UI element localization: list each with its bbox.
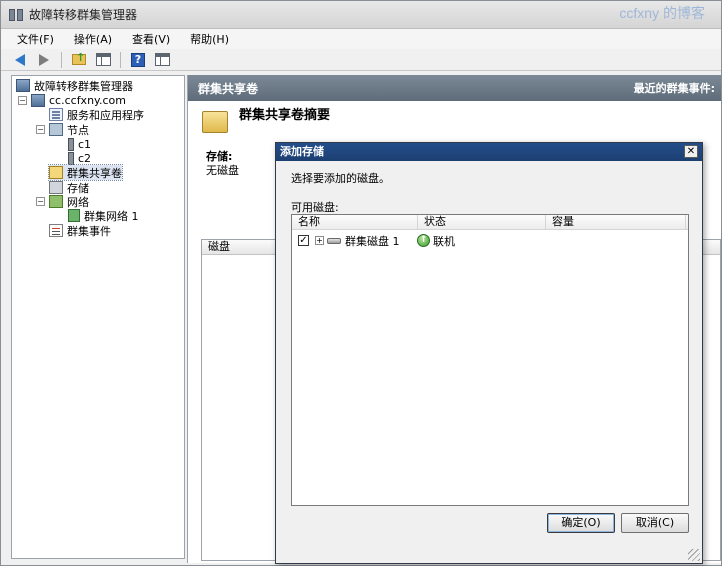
column-name[interactable]: 名称 xyxy=(292,215,418,229)
tree-item-label: c2 xyxy=(78,152,92,165)
tree-item-root[interactable]: 故障转移群集管理器 xyxy=(16,78,133,93)
column-status[interactable]: 状态 xyxy=(418,215,546,229)
collapse-icon[interactable]: − xyxy=(36,125,45,134)
shared-volume-summary-icon xyxy=(202,111,228,133)
console-tree-icon xyxy=(95,53,111,66)
folder-up-icon xyxy=(72,51,86,65)
title-bar: 故障转移群集管理器 ccfxny 的博客 xyxy=(1,1,721,29)
dialog-prompt: 选择要添加的磁盘。 xyxy=(291,172,390,185)
back-button[interactable] xyxy=(11,51,29,68)
dialog-title: 添加存储 xyxy=(280,145,324,158)
tree-item-label: 节点 xyxy=(67,123,89,137)
tree-item-cluster-shared-volumes[interactable]: 群集共享卷 xyxy=(48,164,123,181)
list-header: 名称 状态 容量 xyxy=(292,215,688,230)
nodes-icon xyxy=(49,123,63,136)
cancel-button[interactable]: 取消(C) xyxy=(621,513,689,533)
show-hide-tree-button[interactable] xyxy=(94,51,112,68)
disk-status: 联机 xyxy=(433,234,455,248)
back-arrow-icon xyxy=(15,53,25,66)
disk-icon xyxy=(327,237,341,244)
menu-view[interactable]: 查看(V) xyxy=(122,31,180,47)
disk-checkbox[interactable]: ✓ xyxy=(298,235,309,246)
up-level-button[interactable] xyxy=(70,51,88,68)
online-status-icon: ↑ xyxy=(417,234,430,247)
window-title: 故障转移群集管理器 xyxy=(29,8,138,22)
tree-item-services-apps[interactable]: 服务和应用程序 xyxy=(49,107,144,122)
storage-value: 无磁盘 xyxy=(206,164,239,177)
action-pane-icon xyxy=(154,53,170,66)
tree-item-networks[interactable]: − 网络 xyxy=(36,194,89,209)
column-capacity[interactable]: 容量 xyxy=(546,215,686,229)
network-adapter-icon xyxy=(68,209,80,222)
tree-item-label: c1 xyxy=(78,138,92,151)
dialog-title-bar: 添加存储 ✕ xyxy=(276,143,702,161)
forward-arrow-icon xyxy=(39,53,49,66)
disk-name: 群集磁盘 1 xyxy=(345,234,400,248)
add-storage-dialog: 添加存储 ✕ 选择要添加的磁盘。 可用磁盘: 名称 状态 容量 ✓ + 群集磁盘… xyxy=(275,142,703,564)
available-disks-label: 可用磁盘: xyxy=(291,201,339,214)
list-item[interactable]: ✓ + 群集磁盘 1 ↑ 联机 xyxy=(298,233,455,248)
recent-events-link[interactable]: 最近的群集事件: xyxy=(634,80,715,96)
tree-item-cluster-network-1[interactable]: 群集网络 1 xyxy=(68,208,139,223)
cluster-manager-icon xyxy=(9,8,25,22)
tree-item-label: cc.ccfxny.com xyxy=(49,94,126,107)
menu-help[interactable]: 帮助(H) xyxy=(180,31,239,47)
event-log-icon xyxy=(49,224,63,237)
forward-button[interactable] xyxy=(35,51,53,68)
available-disks-list[interactable]: 名称 状态 容量 ✓ + 群集磁盘 1 ↑ 联机 xyxy=(291,214,689,506)
cluster-icon xyxy=(31,94,45,107)
tree-item-label: 故障转移群集管理器 xyxy=(34,79,133,93)
tree-item-node-c1[interactable]: c1 xyxy=(64,137,91,152)
expand-icon[interactable]: + xyxy=(315,236,324,245)
main-window: 故障转移群集管理器 ccfxny 的博客 文件(F) 操作(A) 查看(V) 帮… xyxy=(0,0,722,566)
details-header: 群集共享卷 最近的群集事件: xyxy=(188,75,721,101)
toolbar-separator xyxy=(120,51,121,68)
services-apps-icon xyxy=(49,108,63,121)
collapse-icon[interactable]: − xyxy=(18,96,27,105)
resize-grip-icon[interactable] xyxy=(688,549,700,561)
ok-button[interactable]: 确定(O) xyxy=(547,513,615,533)
help-icon: ? xyxy=(131,52,145,67)
cluster-manager-icon xyxy=(16,79,30,92)
action-pane-button[interactable] xyxy=(153,51,171,68)
console-tree: 故障转移群集管理器 − cc.ccfxny.com 服务和应用程序 − 节点 c… xyxy=(11,75,185,559)
summary-title: 群集共享卷摘要 xyxy=(239,108,331,123)
tree-item-nodes[interactable]: − 节点 xyxy=(36,122,89,137)
menu-action[interactable]: 操作(A) xyxy=(64,31,122,47)
watermark: ccfxny 的博客 xyxy=(619,5,705,21)
server-icon xyxy=(68,152,74,165)
shared-volume-icon xyxy=(49,166,63,179)
storage-icon xyxy=(49,181,63,194)
tree-item-label: 群集事件 xyxy=(67,224,111,238)
tree-item-cluster-events[interactable]: 群集事件 xyxy=(49,223,111,238)
collapse-icon[interactable]: − xyxy=(36,197,45,206)
help-button[interactable]: ? xyxy=(129,51,147,68)
network-icon xyxy=(49,195,63,208)
toolbar-separator xyxy=(61,51,62,68)
tree-item-label: 群集网络 1 xyxy=(84,209,139,223)
details-title: 群集共享卷 xyxy=(198,81,259,96)
toolbar: ? xyxy=(1,49,721,71)
close-icon[interactable]: ✕ xyxy=(684,145,698,158)
tree-item-label: 群集共享卷 xyxy=(67,166,122,180)
menu-bar: 文件(F) 操作(A) 查看(V) 帮助(H) xyxy=(1,29,721,49)
tree-item-label: 服务和应用程序 xyxy=(67,108,144,122)
server-icon xyxy=(68,138,74,151)
menu-file[interactable]: 文件(F) xyxy=(7,31,64,47)
